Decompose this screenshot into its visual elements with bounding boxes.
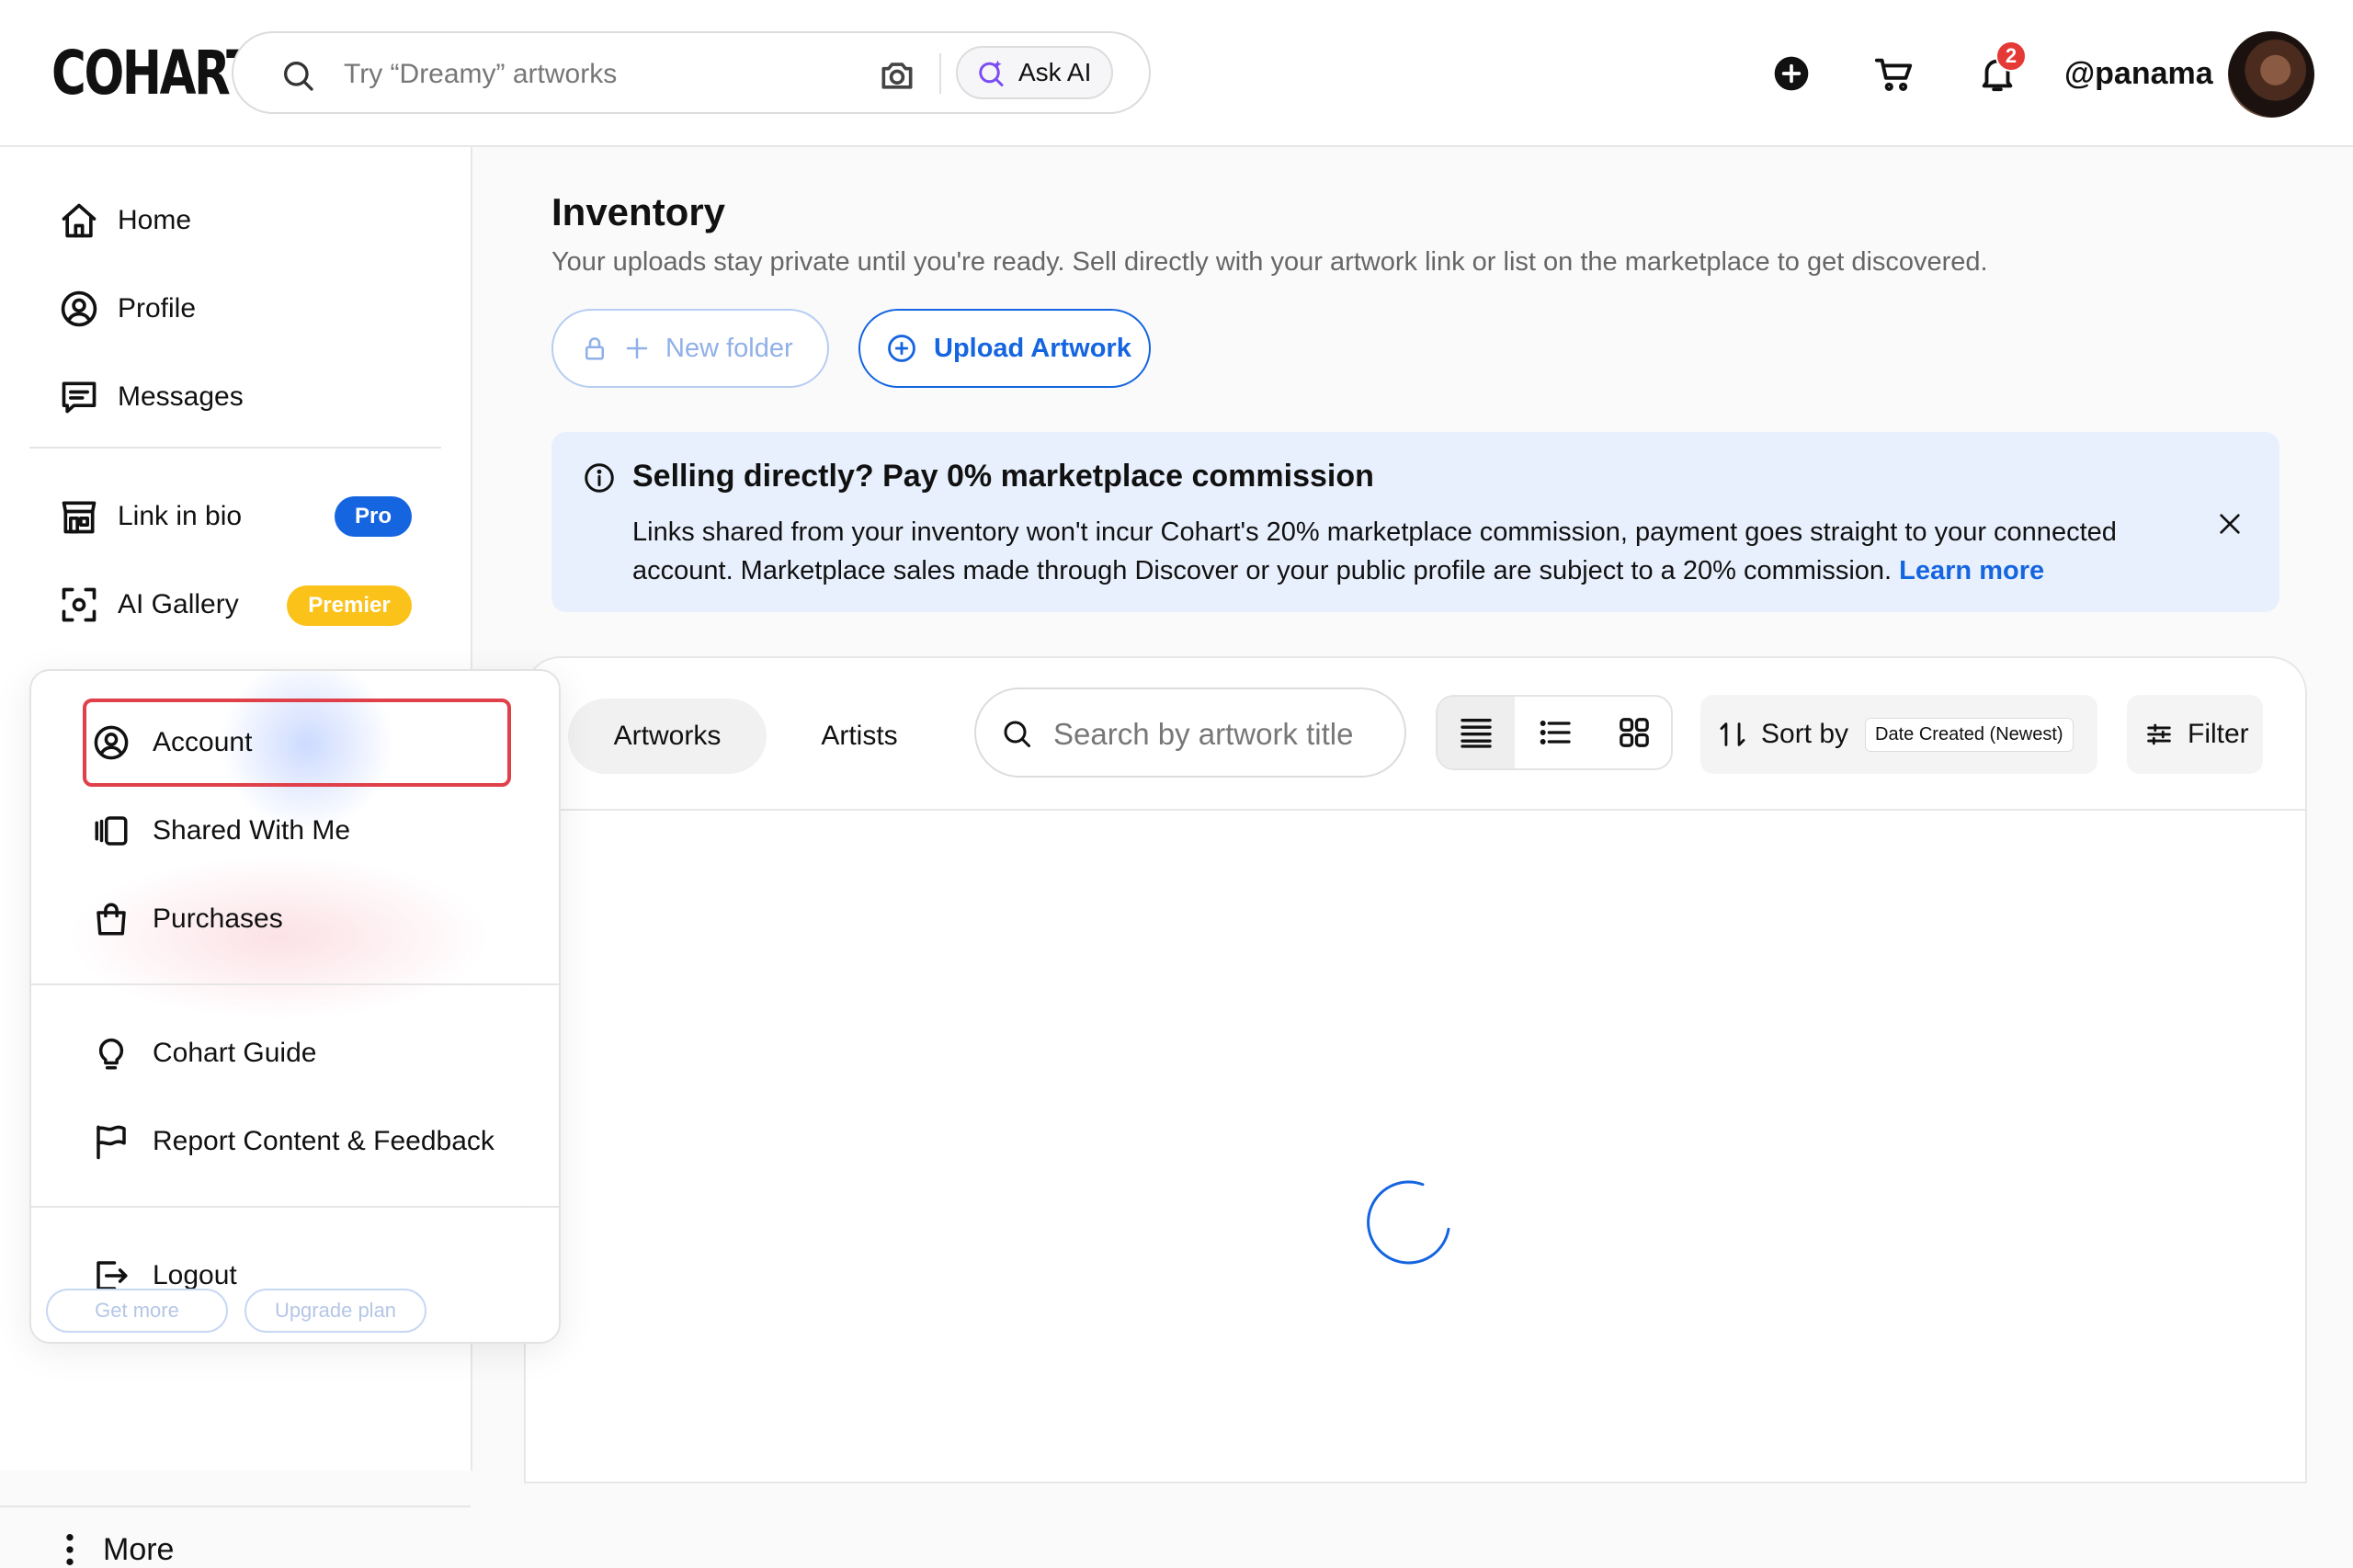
- premier-badge: Premier: [287, 585, 412, 626]
- menu-item-label: Logout: [153, 1260, 237, 1290]
- sliders-icon: [2143, 719, 2175, 750]
- flag-icon: [92, 1122, 131, 1161]
- more-label: More: [103, 1531, 175, 1567]
- compact-list-view-button[interactable]: [1438, 697, 1515, 768]
- notice-body: Links shared from your inventory won't i…: [632, 513, 2213, 590]
- upgrade-plan-button[interactable]: Upgrade plan: [244, 1289, 426, 1333]
- new-folder-button[interactable]: New folder: [551, 309, 829, 388]
- ai-sparkle-search-icon: [974, 56, 1007, 89]
- create-plus-icon[interactable]: [1773, 55, 1810, 92]
- menu-item-label: Cohart Guide: [153, 1038, 317, 1068]
- sidebar-item-ai-gallery[interactable]: AI Gallery: [59, 577, 239, 632]
- menu-item-report-feedback[interactable]: Report Content & Feedback: [92, 1114, 494, 1169]
- sidebar-item-link-in-bio[interactable]: Link in bio: [59, 489, 242, 544]
- menu-item-cohart-guide[interactable]: Cohart Guide: [92, 1026, 316, 1081]
- close-icon[interactable]: [2215, 509, 2245, 539]
- page-title: Inventory: [551, 190, 726, 233]
- menu-item-shared-with-me[interactable]: Shared With Me: [92, 803, 350, 858]
- sidebar-divider: [0, 1506, 471, 1507]
- artwork-search-field[interactable]: Search by artwork title: [974, 687, 1406, 778]
- menu-divider: [31, 983, 559, 985]
- ask-ai-button[interactable]: Ask AI: [956, 46, 1114, 99]
- message-bubble-icon: [59, 377, 99, 417]
- sort-dropdown[interactable]: Sort by Date Created (Newest): [1700, 695, 2097, 774]
- menu-item-label: Purchases: [153, 903, 283, 934]
- username[interactable]: @panama: [2064, 55, 2213, 92]
- sidebar-item-more[interactable]: More: [64, 1531, 174, 1568]
- menu-item-label: Account: [153, 727, 253, 757]
- menu-item-purchases[interactable]: Purchases: [92, 892, 283, 947]
- sidebar-item-profile[interactable]: Profile: [59, 281, 196, 336]
- sidebar-item-label: Messages: [118, 381, 244, 412]
- grid-icon: [1616, 714, 1653, 751]
- search-separator: [939, 53, 941, 94]
- shopping-bag-icon: [92, 900, 131, 938]
- search-icon: [279, 57, 316, 94]
- commission-notice: Selling directly? Pay 0% marketplace com…: [551, 432, 2279, 612]
- global-search-bar[interactable]: Try “Dreamy” artworks Ask AI: [232, 31, 1151, 114]
- lightbulb-icon: [92, 1034, 131, 1073]
- user-circle-icon: [92, 723, 131, 762]
- home-icon: [59, 200, 99, 241]
- loading-spinner-icon: [1366, 1175, 1458, 1267]
- sidebar-item-home[interactable]: Home: [59, 193, 191, 248]
- cohart-logo[interactable]: COHART: [51, 40, 258, 107]
- learn-more-link[interactable]: Learn more: [1899, 556, 2044, 585]
- ai-scan-icon: [59, 585, 99, 625]
- get-more-button[interactable]: Get more: [46, 1289, 228, 1333]
- inventory-panel: [524, 656, 2307, 1483]
- compact-list-icon: [1458, 714, 1495, 751]
- sort-value[interactable]: Date Created (Newest): [1865, 717, 2074, 752]
- tab-artists[interactable]: Artists: [790, 699, 928, 774]
- new-folder-label: New folder: [665, 333, 793, 363]
- menu-item-account[interactable]: Account: [92, 715, 252, 770]
- panel-divider: [524, 809, 2307, 811]
- sidebar-item-messages[interactable]: Messages: [59, 369, 244, 425]
- cart-icon[interactable]: [1873, 53, 1915, 96]
- ask-ai-label: Ask AI: [1018, 58, 1092, 86]
- user-circle-icon: [59, 289, 99, 329]
- view-mode-toggle: [1436, 695, 1673, 770]
- menu-item-label: Report Content & Feedback: [153, 1126, 494, 1156]
- camera-search-icon[interactable]: [877, 55, 917, 96]
- info-icon: [583, 461, 616, 494]
- top-header: COHART Try “Dreamy” artworks Ask AI 2 @p…: [0, 0, 2353, 147]
- lock-icon: [581, 335, 608, 362]
- page-subtitle: Your uploads stay private until you're r…: [551, 247, 1988, 277]
- pro-badge: Pro: [335, 496, 412, 537]
- sidebar-item-label: Link in bio: [118, 501, 243, 531]
- shared-cards-icon: [92, 812, 131, 850]
- plus-circle-icon: [886, 333, 917, 364]
- sort-label: Sort by: [1761, 719, 1849, 749]
- sidebar-item-label: AI Gallery: [118, 589, 239, 619]
- sidebar-item-label: Home: [118, 205, 192, 235]
- menu-divider: [31, 1206, 559, 1208]
- notification-count-badge: 2: [1995, 40, 2027, 72]
- sidebar-divider: [29, 447, 441, 449]
- avatar[interactable]: [2228, 31, 2314, 118]
- account-menu: Account Shared With Me Purchases Cohart …: [29, 669, 561, 1344]
- grid-view-button[interactable]: [1596, 697, 1671, 768]
- upload-artwork-label: Upload Artwork: [934, 333, 1131, 363]
- filter-label: Filter: [2188, 719, 2249, 749]
- sort-arrows-icon: [1717, 719, 1748, 750]
- global-search-input[interactable]: Try “Dreamy” artworks: [344, 59, 617, 90]
- search-icon: [1000, 717, 1033, 750]
- upload-artwork-button[interactable]: Upload Artwork: [858, 309, 1151, 388]
- sidebar-item-label: Profile: [118, 293, 197, 324]
- menu-item-label: Shared With Me: [153, 815, 351, 846]
- artwork-search-input[interactable]: Search by artwork title: [1053, 717, 1353, 752]
- filter-button[interactable]: Filter: [2127, 695, 2263, 774]
- notice-title: Selling directly? Pay 0% marketplace com…: [632, 459, 1374, 494]
- list-view-button[interactable]: [1517, 697, 1594, 768]
- vertical-dots-icon: [64, 1531, 75, 1568]
- notice-body-text: Links shared from your inventory won't i…: [632, 517, 2117, 585]
- plus-icon: [623, 335, 651, 362]
- tab-artworks[interactable]: Artworks: [568, 699, 767, 774]
- storefront-icon: [59, 496, 99, 537]
- bullet-list-icon: [1537, 714, 1574, 751]
